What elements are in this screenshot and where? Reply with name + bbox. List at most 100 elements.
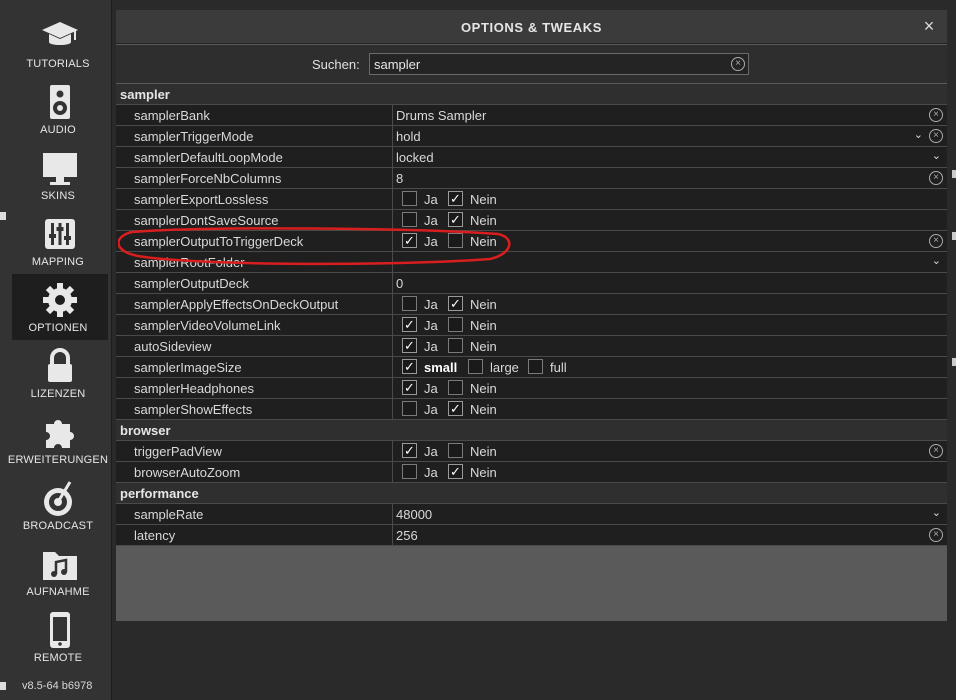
checkbox-unchecked[interactable] (402, 401, 417, 416)
sidebar-item-label: OPTIONEN (28, 322, 88, 334)
music-folder-icon (43, 552, 77, 580)
speaker-icon (50, 85, 70, 119)
checkbox-checked[interactable]: ✓ (448, 401, 463, 416)
reset-icon[interactable]: × (929, 444, 943, 458)
reset-icon[interactable]: × (929, 108, 943, 122)
option-row: samplerDefaultLoopMode locked ⌄ (116, 147, 947, 168)
option-value-field[interactable]: 8 (396, 171, 403, 186)
option-choice-label: Nein (470, 213, 497, 228)
option-choice-label: Nein (470, 381, 497, 396)
option-name: samplerExportLossless (134, 192, 269, 207)
clear-search-icon[interactable]: × (731, 57, 745, 71)
option-choice-label: Nein (470, 318, 497, 333)
option-row: latency 256 × (116, 525, 947, 546)
option-choice-label: Ja (424, 297, 438, 312)
column-divider (392, 525, 393, 545)
option-dropdown-value[interactable]: locked (396, 150, 434, 165)
checkbox-unchecked[interactable] (448, 233, 463, 248)
sidebar-item-mapping[interactable]: MAPPING (12, 208, 108, 274)
column-divider (392, 273, 393, 293)
puzzle-icon (46, 420, 74, 448)
sidebar-item-optionen[interactable]: OPTIONEN (12, 274, 108, 340)
checkbox-unchecked[interactable] (402, 296, 417, 311)
option-row: triggerPadView ✓ Ja Nein × (116, 441, 947, 462)
search-input[interactable]: sampler × (369, 53, 749, 75)
sidebar-item-broadcast[interactable]: BROADCAST (12, 472, 108, 538)
option-value-field[interactable]: Drums Sampler (396, 108, 486, 123)
search-label: Suchen: (312, 57, 360, 72)
column-divider (392, 315, 393, 335)
option-dropdown-value[interactable]: hold (396, 129, 421, 144)
column-divider (392, 231, 393, 251)
sidebar-item-remote[interactable]: REMOTE (12, 604, 108, 670)
option-choice-label: Ja (424, 381, 438, 396)
chevron-down-icon[interactable]: ⌄ (914, 128, 923, 141)
phone-icon (50, 612, 70, 648)
sidebar-item-erweiterungen[interactable]: ERWEITERUNGEN (8, 406, 108, 472)
sidebar-item-tutorials[interactable]: TUTORIALS (12, 10, 108, 76)
option-value-field[interactable]: 256 (396, 528, 418, 543)
checkbox-checked[interactable]: ✓ (402, 359, 417, 374)
chevron-down-icon[interactable]: ⌄ (932, 254, 941, 267)
lock-icon (48, 348, 72, 382)
chevron-down-icon[interactable]: ⌄ (932, 506, 941, 519)
checkbox-unchecked[interactable] (468, 359, 483, 374)
column-divider (392, 462, 393, 482)
sidebar-item-skins[interactable]: SKINS (12, 142, 108, 208)
checkbox-checked[interactable]: ✓ (448, 212, 463, 227)
checkbox-unchecked[interactable] (448, 338, 463, 353)
column-divider (392, 504, 393, 524)
sidebar-item-lizenzen[interactable]: LIZENZEN (12, 340, 108, 406)
option-row: samplerBank Drums Sampler × (116, 105, 947, 126)
sidebar-item-label: TUTORIALS (26, 58, 90, 70)
reset-icon[interactable]: × (929, 171, 943, 185)
checkbox-checked[interactable]: ✓ (448, 296, 463, 311)
checkbox-unchecked[interactable] (448, 317, 463, 332)
option-name: sampleRate (134, 507, 204, 522)
sidebar-item-aufnahme[interactable]: AUFNAHME (12, 538, 108, 604)
sidebar-item-label: AUDIO (40, 124, 76, 136)
option-name: samplerShowEffects (134, 402, 253, 417)
chevron-down-icon[interactable]: ⌄ (932, 149, 941, 162)
option-row: samplerDontSaveSource Ja ✓ Nein (116, 210, 947, 231)
checkbox-unchecked[interactable] (448, 443, 463, 458)
sidebar-item-audio[interactable]: AUDIO (12, 76, 108, 142)
option-choice-label: Nein (470, 297, 497, 312)
section-header: sampler (116, 84, 947, 105)
sidebar-item-label: AUFNAHME (26, 586, 90, 598)
option-value-field[interactable]: 0 (396, 276, 403, 291)
column-divider (392, 441, 393, 461)
checkbox-unchecked[interactable] (402, 464, 417, 479)
checkbox-unchecked[interactable] (528, 359, 543, 374)
option-choice-label: Nein (470, 444, 497, 459)
column-divider (392, 378, 393, 398)
option-choice-label: small (424, 360, 458, 375)
sidebar-item-label: LIZENZEN (30, 388, 86, 400)
option-dropdown-value[interactable]: 48000 (396, 507, 432, 522)
option-row: samplerVideoVolumeLink ✓ Ja Nein (116, 315, 947, 336)
reset-icon[interactable]: × (929, 528, 943, 542)
sidebar-item-label: SKINS (40, 190, 75, 202)
option-name: samplerImageSize (134, 360, 242, 375)
options-table: sampler samplerBank Drums Sampler × samplerT… (116, 84, 947, 546)
reset-icon[interactable]: × (929, 129, 943, 143)
close-icon[interactable]: × (919, 16, 939, 36)
checkbox-checked[interactable]: ✓ (402, 233, 417, 248)
checkbox-unchecked[interactable] (402, 191, 417, 206)
checkbox-unchecked[interactable] (402, 212, 417, 227)
checkbox-checked[interactable]: ✓ (448, 464, 463, 479)
option-row: samplerRootFolder ⌄ (116, 252, 947, 273)
search-bar: Suchen: sampler × (116, 45, 947, 83)
checkbox-checked[interactable]: ✓ (402, 317, 417, 332)
reset-icon[interactable]: × (929, 234, 943, 248)
checkbox-checked[interactable]: ✓ (402, 338, 417, 353)
graduation-cap-icon (42, 22, 78, 45)
options-dialog: OPTIONS & TWEAKS × Suchen: sampler × sam… (116, 10, 947, 621)
checkbox-unchecked[interactable] (448, 380, 463, 395)
option-name: samplerHeadphones (134, 381, 254, 396)
checkbox-checked[interactable]: ✓ (448, 191, 463, 206)
monitor-icon (43, 153, 77, 185)
checkbox-checked[interactable]: ✓ (402, 380, 417, 395)
checkbox-checked[interactable]: ✓ (402, 443, 417, 458)
sidebar-item-label: REMOTE (33, 652, 83, 664)
